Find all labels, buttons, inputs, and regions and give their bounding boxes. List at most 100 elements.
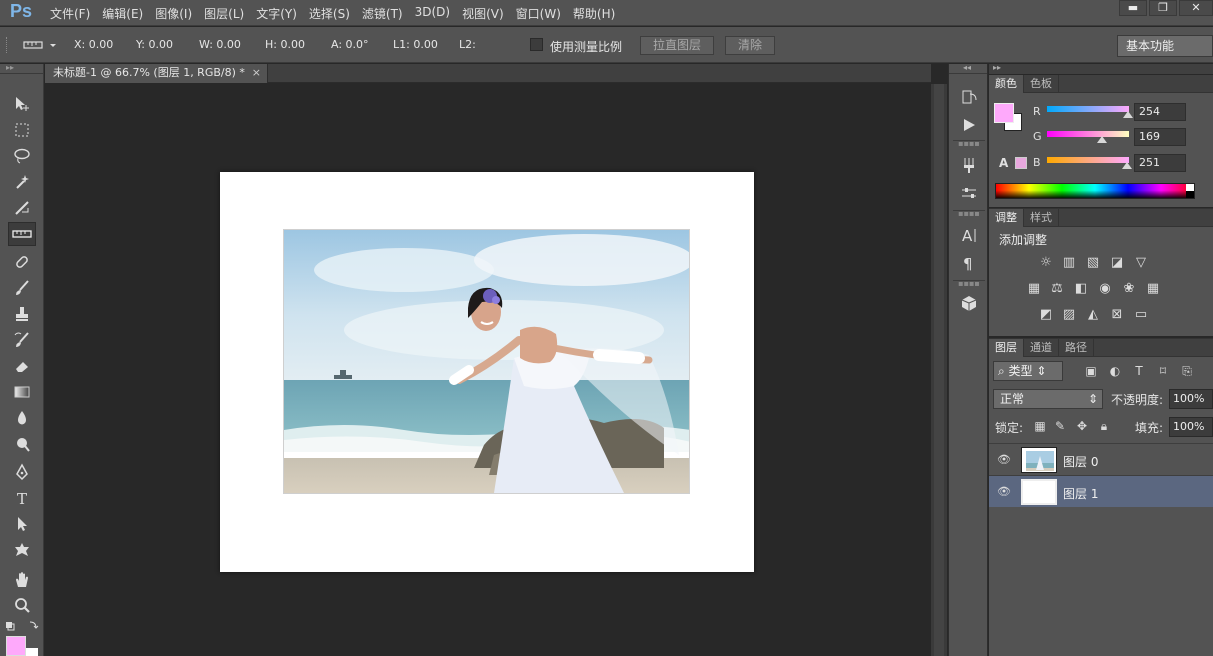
tab-swatches[interactable]: 色板	[1024, 75, 1059, 93]
maximize-button[interactable]: ❐	[1149, 0, 1177, 16]
invert-icon[interactable]: ◩	[1037, 307, 1055, 323]
lock-position-icon[interactable]: ✥	[1075, 419, 1089, 433]
layer-name[interactable]: 图层 1	[1063, 485, 1098, 502]
color-lookup-icon[interactable]: ▦	[1144, 281, 1162, 297]
pen-tool-icon[interactable]	[8, 460, 36, 484]
filter-smart-object-icon[interactable]: ⎘	[1179, 363, 1195, 379]
menu-view[interactable]: 视图(V)	[462, 5, 504, 22]
color-balance-icon[interactable]: ⚖	[1048, 281, 1066, 297]
minimize-button[interactable]: ▬	[1119, 0, 1147, 16]
b-value-field[interactable]: 251	[1134, 154, 1186, 172]
curves-icon[interactable]: ▧	[1084, 255, 1102, 271]
zoom-tool-icon[interactable]	[8, 594, 36, 618]
layer-row[interactable]: 👁︎ 图层 0	[989, 443, 1213, 475]
default-colors-swap-icon[interactable]	[4, 620, 40, 632]
menu-select[interactable]: 选择(S)	[309, 5, 350, 22]
lock-all-icon[interactable]: 🔒︎	[1097, 419, 1111, 433]
r-slider[interactable]	[1047, 106, 1133, 118]
actions-panel-icon[interactable]	[957, 114, 981, 136]
menu-help[interactable]: 帮助(H)	[573, 5, 615, 22]
eraser-tool-icon[interactable]	[8, 354, 36, 378]
layer-filter-select[interactable]: ⌕ 类型 ⇕	[993, 361, 1063, 381]
crop-tool-icon[interactable]	[8, 196, 36, 220]
brush-presets-icon[interactable]	[957, 182, 981, 204]
foreground-color-swatch[interactable]	[994, 103, 1014, 123]
toolbox-collapse-icon[interactable]: ▸▸	[0, 64, 43, 74]
close-tab-icon[interactable]: ×	[252, 64, 261, 82]
menu-layer[interactable]: 图层(L)	[204, 5, 244, 22]
menu-image[interactable]: 图像(I)	[155, 5, 192, 22]
hand-tool-icon[interactable]	[8, 568, 36, 592]
tool-presets-icon[interactable]	[957, 154, 981, 176]
marquee-tool-icon[interactable]	[8, 118, 36, 142]
exposure-icon[interactable]: ◪	[1108, 255, 1126, 271]
tab-layers[interactable]: 图层	[989, 339, 1024, 357]
filter-pixel-icon[interactable]: ▣	[1083, 363, 1099, 379]
filter-type-icon[interactable]: T	[1131, 363, 1147, 379]
menu-filter[interactable]: 滤镜(T)	[362, 5, 403, 22]
vertical-scrollbar[interactable]	[931, 84, 947, 656]
custom-shape-tool-icon[interactable]	[8, 538, 36, 562]
menu-3d[interactable]: 3D(D)	[415, 5, 450, 22]
scrollbar-thumb[interactable]	[934, 84, 944, 656]
tab-color[interactable]: 颜色	[989, 75, 1024, 93]
dodge-tool-icon[interactable]	[8, 432, 36, 456]
panels-collapse-bar[interactable]: ▸▸	[989, 64, 1213, 74]
filter-adjustment-icon[interactable]: ◐	[1107, 363, 1123, 379]
layer-name[interactable]: 图层 0	[1063, 453, 1098, 470]
color-spectrum-ramp[interactable]	[995, 183, 1195, 199]
filter-shape-icon[interactable]: ⌑	[1155, 363, 1171, 379]
clear-button[interactable]: 清除	[725, 36, 775, 55]
ruler-tool-icon[interactable]	[8, 222, 36, 246]
r-value-field[interactable]: 254	[1134, 103, 1186, 121]
g-slider[interactable]	[1047, 131, 1129, 143]
background-color-swatch[interactable]	[24, 648, 38, 656]
vibrance-icon[interactable]: ▽	[1132, 255, 1150, 271]
straighten-layer-button[interactable]: 拉直图层	[640, 36, 714, 55]
paragraph-panel-icon[interactable]: ¶	[957, 252, 981, 274]
r-slider-thumb[interactable]	[1123, 111, 1133, 118]
lasso-tool-icon[interactable]	[8, 144, 36, 168]
out-of-gamut-warning-icon[interactable]: A	[999, 156, 1008, 170]
opacity-field[interactable]: 100%	[1169, 389, 1213, 409]
document-tab[interactable]: 未标题-1 @ 66.7% (图层 1, RGB/8) * ×	[45, 64, 268, 83]
gamut-color-swatch[interactable]	[1015, 157, 1027, 169]
g-slider-thumb[interactable]	[1097, 136, 1107, 143]
brush-tool-icon[interactable]	[8, 276, 36, 300]
fill-field[interactable]: 100%	[1169, 417, 1213, 437]
type-tool-icon[interactable]: T	[8, 486, 36, 510]
black-white-ramp[interactable]	[1186, 184, 1194, 198]
menu-file[interactable]: 文件(F)	[50, 5, 90, 22]
b-slider-thumb[interactable]	[1122, 162, 1132, 169]
threshold-icon[interactable]: ◭	[1084, 307, 1102, 323]
history-brush-tool-icon[interactable]	[8, 328, 36, 352]
levels-icon[interactable]: ▥	[1060, 255, 1078, 271]
gradient-tool-icon[interactable]	[8, 380, 36, 404]
lock-transparent-icon[interactable]: ▦	[1033, 419, 1047, 433]
posterize-icon[interactable]: ▨	[1060, 307, 1078, 323]
healing-brush-tool-icon[interactable]	[8, 250, 36, 274]
brightness-contrast-icon[interactable]: ☼	[1037, 255, 1055, 271]
path-selection-tool-icon[interactable]	[8, 512, 36, 536]
hue-saturation-icon[interactable]: ▦	[1025, 281, 1043, 297]
magic-wand-tool-icon[interactable]	[8, 170, 36, 194]
gradient-map-icon[interactable]: ▭	[1132, 307, 1150, 323]
g-value-field[interactable]: 169	[1134, 128, 1186, 146]
foreground-color-swatch[interactable]	[6, 636, 26, 656]
ruler-tool-preset-icon[interactable]	[20, 36, 60, 54]
photo-filter-icon[interactable]: ◉	[1096, 281, 1114, 297]
selective-color-icon[interactable]: ⊠	[1108, 307, 1126, 323]
lock-image-icon[interactable]: ✎	[1053, 419, 1067, 433]
b-slider[interactable]	[1047, 157, 1132, 169]
layer-row-selected[interactable]: 👁︎ 图层 1	[989, 475, 1213, 507]
history-panel-icon[interactable]	[957, 86, 981, 108]
tab-paths[interactable]: 路径	[1059, 339, 1094, 357]
blend-mode-select[interactable]: 正常 ⇕	[993, 389, 1103, 409]
3d-panel-icon[interactable]	[957, 292, 981, 314]
character-panel-icon[interactable]: A	[957, 224, 981, 246]
clone-stamp-tool-icon[interactable]	[8, 302, 36, 326]
workspace-select[interactable]: 基本功能	[1117, 35, 1213, 57]
visibility-eye-icon[interactable]: 👁︎	[997, 453, 1011, 467]
visibility-eye-icon[interactable]: 👁︎	[997, 485, 1011, 499]
menu-type[interactable]: 文字(Y)	[256, 5, 297, 22]
